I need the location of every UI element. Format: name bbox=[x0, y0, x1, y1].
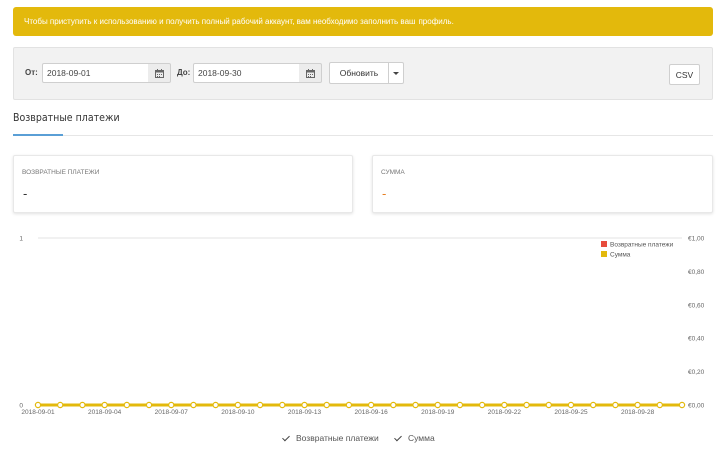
card-title: СУММА bbox=[381, 169, 405, 176]
data-point bbox=[101, 401, 108, 409]
profile-link[interactable]: профиль. bbox=[418, 17, 453, 26]
calendar-icon[interactable] bbox=[148, 63, 171, 83]
banner-text: Чтобы приступить к использованию и получ… bbox=[24, 17, 416, 26]
data-point bbox=[478, 401, 486, 409]
page-title: Возвратные платежи bbox=[13, 112, 120, 124]
data-point bbox=[634, 401, 641, 409]
active-tab-underline bbox=[13, 134, 63, 136]
x-tick-label: 2018-09-28 bbox=[621, 409, 655, 416]
profile-warning-banner: Чтобы приступить к использованию и получ… bbox=[13, 7, 713, 36]
data-point bbox=[656, 401, 663, 409]
refresh-button[interactable]: Обновить bbox=[329, 62, 389, 84]
x-tick-label: 2018-09-04 bbox=[88, 409, 122, 416]
refunds-chart: 01€0,00€0,20€0,40€0,60€0,80€1,002018-09-… bbox=[19, 236, 705, 417]
to-label: До: bbox=[177, 68, 191, 77]
y-right-tick-label: €1,00 bbox=[688, 236, 705, 243]
legend-toggle-sum[interactable]: Сумма bbox=[393, 433, 435, 443]
y-right-tick-label: €0,80 bbox=[688, 269, 705, 276]
data-point bbox=[57, 401, 64, 409]
data-point bbox=[168, 401, 175, 409]
refunds-count-card: ВОЗВРАТНЫЕ ПЛАТЕЖИ - bbox=[13, 155, 353, 213]
card-value: - bbox=[23, 186, 28, 201]
data-point bbox=[79, 401, 86, 409]
data-point bbox=[34, 401, 42, 409]
data-point bbox=[678, 401, 686, 409]
y-right-tick-label: €0,60 bbox=[688, 302, 705, 309]
data-point bbox=[323, 401, 330, 409]
data-point bbox=[190, 401, 197, 409]
legend-swatch bbox=[601, 251, 607, 257]
data-point bbox=[567, 401, 575, 409]
card-value: - bbox=[382, 186, 387, 201]
legend-toggle-label: Возвратные платежи bbox=[296, 433, 379, 443]
date-filter-panel: От: 2018-09-01 До: 2018-09-30 Обновить C… bbox=[13, 47, 713, 100]
data-point bbox=[545, 401, 552, 409]
data-point bbox=[123, 401, 131, 409]
refunds-sum-card: СУММА - bbox=[372, 155, 713, 213]
csv-export-button[interactable]: CSV bbox=[669, 64, 700, 85]
calendar-icon[interactable] bbox=[299, 63, 322, 83]
card-title: ВОЗВРАТНЫЕ ПЛАТЕЖИ bbox=[22, 169, 100, 176]
data-point bbox=[145, 401, 153, 409]
data-point bbox=[279, 401, 286, 409]
data-point bbox=[301, 401, 308, 409]
y-left-tick-label: 1 bbox=[19, 236, 23, 243]
x-tick-label: 2018-09-22 bbox=[488, 409, 522, 416]
data-point bbox=[612, 401, 619, 409]
data-point bbox=[456, 401, 464, 409]
x-tick-label: 2018-09-13 bbox=[288, 409, 322, 416]
y-right-tick-label: €0,00 bbox=[688, 403, 705, 410]
legend-swatch bbox=[601, 241, 607, 247]
legend-toggle-label: Сумма bbox=[408, 433, 435, 443]
legend-label: Возвратные платежи bbox=[610, 242, 674, 249]
x-tick-label: 2018-09-01 bbox=[21, 409, 55, 416]
data-point bbox=[412, 401, 419, 409]
data-point bbox=[234, 401, 242, 409]
data-point bbox=[345, 401, 353, 409]
data-point bbox=[367, 401, 375, 409]
data-point bbox=[256, 401, 264, 409]
data-point bbox=[212, 401, 219, 409]
data-point bbox=[501, 401, 508, 409]
x-tick-label: 2018-09-16 bbox=[354, 409, 388, 416]
data-point bbox=[589, 401, 597, 409]
caret-down-icon bbox=[393, 71, 399, 75]
x-tick-label: 2018-09-19 bbox=[421, 409, 455, 416]
from-date-input[interactable]: 2018-09-01 bbox=[42, 63, 149, 83]
y-right-tick-label: €0,40 bbox=[688, 336, 705, 343]
x-tick-label: 2018-09-07 bbox=[155, 409, 189, 416]
title-divider bbox=[13, 135, 713, 136]
data-point bbox=[434, 401, 441, 409]
refresh-dropdown-button[interactable] bbox=[388, 62, 404, 84]
data-point bbox=[523, 401, 530, 409]
x-tick-label: 2018-09-25 bbox=[554, 409, 588, 416]
data-point bbox=[390, 401, 397, 409]
from-label: От: bbox=[25, 68, 38, 77]
x-tick-label: 2018-09-10 bbox=[221, 409, 255, 416]
to-date-input[interactable]: 2018-09-30 bbox=[193, 63, 300, 83]
legend-toggle-refunds[interactable]: Возвратные платежи bbox=[281, 433, 379, 443]
legend-label: Сумма bbox=[610, 252, 631, 259]
y-right-tick-label: €0,20 bbox=[688, 369, 705, 376]
checkbox-checked-icon[interactable] bbox=[281, 434, 290, 443]
checkbox-checked-icon[interactable] bbox=[393, 434, 402, 443]
